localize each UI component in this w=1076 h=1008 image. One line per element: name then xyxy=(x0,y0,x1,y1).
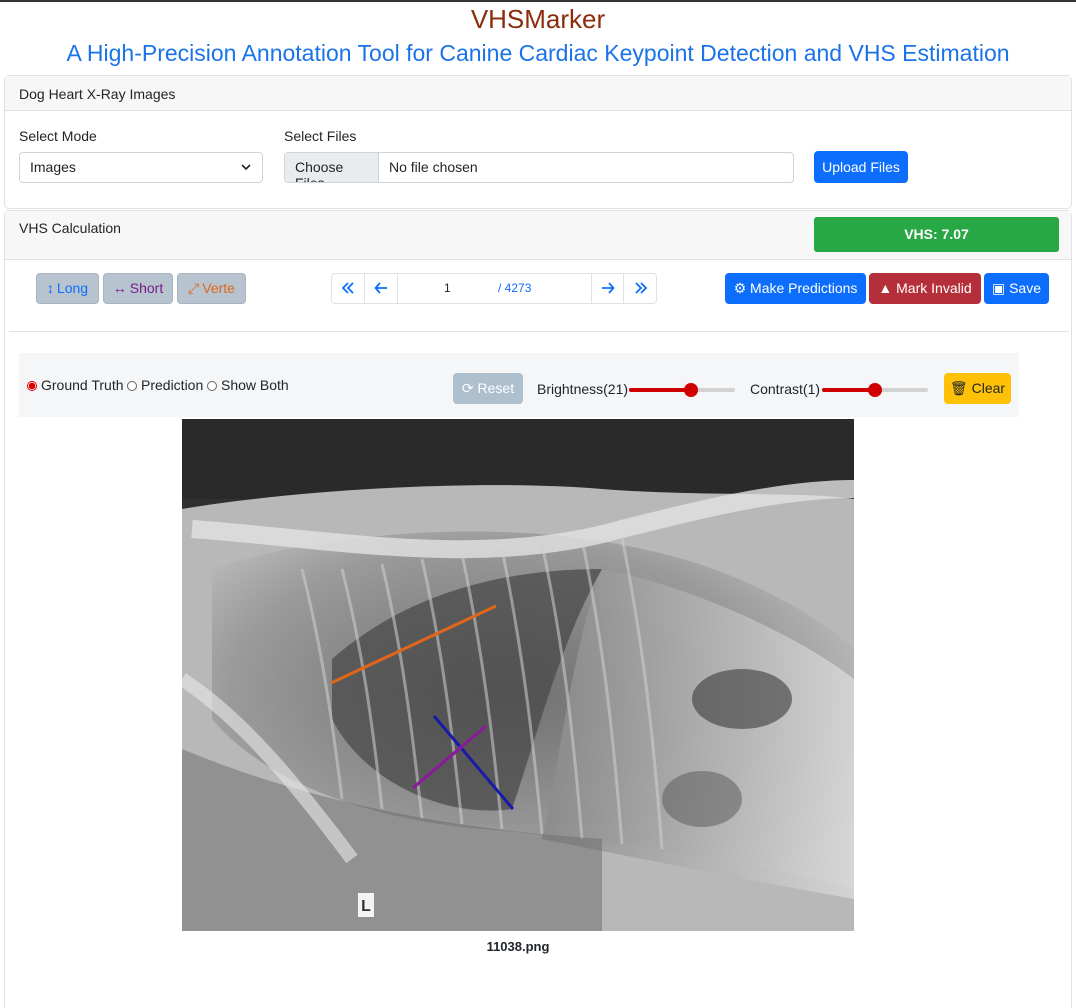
vhs-card: VHS Calculation VHS: 7.07 ↕ Long ↔ Short ⤢… xyxy=(4,210,1072,1008)
top-border xyxy=(0,0,1076,2)
slider-fill xyxy=(629,388,691,392)
mark-invalid-label: Mark Invalid xyxy=(896,280,972,296)
view-controls: Ground Truth Prediction Show Both ⟳ Rese… xyxy=(19,353,1019,417)
image-filename: 11038.png xyxy=(486,939,550,954)
file-status: No file chosen xyxy=(389,159,478,175)
select-files-label: Select Files xyxy=(284,128,357,144)
gear-icon: ⚙ xyxy=(733,280,747,296)
upload-card: Dog Heart X-Ray Images Select Mode Image… xyxy=(4,75,1072,209)
chevron-down-icon xyxy=(241,164,251,171)
radio-prediction[interactable]: Prediction xyxy=(127,377,203,393)
refresh-icon: ⟳ xyxy=(461,380,474,396)
mark-invalid-button[interactable]: ▲ Mark Invalid xyxy=(869,273,981,304)
arrow-right-icon xyxy=(601,282,615,294)
first-page-button[interactable] xyxy=(332,274,365,303)
upload-files-button[interactable]: Upload Files xyxy=(814,151,908,183)
brightness-slider[interactable] xyxy=(629,383,735,397)
app-title: VHSMarker xyxy=(470,4,606,34)
slider-knob[interactable] xyxy=(684,383,698,397)
clear-button[interactable]: 🗑 Clear xyxy=(944,373,1011,404)
radio-show-both[interactable]: Show Both xyxy=(207,377,289,393)
floppy-disk-icon: ▣ xyxy=(991,280,1006,296)
file-input[interactable]: Choose Files No file chosen xyxy=(284,152,794,183)
radio-ground-truth[interactable]: Ground Truth xyxy=(27,377,124,393)
verte-button[interactable]: ⤢ Verte xyxy=(177,273,246,304)
trash-icon: 🗑 xyxy=(949,380,968,396)
make-predictions-label: Make Predictions xyxy=(750,280,858,296)
vhs-value-badge: VHS: 7.07 xyxy=(814,217,1059,252)
xray-image[interactable]: L xyxy=(182,419,854,931)
radio-show-both-label: Show Both xyxy=(221,377,289,393)
app-subtitle: A High-Precision Annotation Tool for Can… xyxy=(66,40,1010,66)
page-input[interactable]: 1 / 4273 xyxy=(398,274,591,303)
long-axis-button[interactable]: ↕ Long xyxy=(36,273,99,304)
arrow-left-icon xyxy=(374,282,387,294)
horizontal-arrows-icon: ↔ xyxy=(112,280,127,296)
contrast-slider[interactable] xyxy=(822,383,928,397)
brightness-label: Brightness(21) xyxy=(537,381,629,397)
total-pages: / 4273 xyxy=(498,281,532,295)
choose-files-button[interactable]: Choose Files xyxy=(285,153,379,182)
long-axis-label: Long xyxy=(56,280,89,296)
contrast-label: Contrast(1) xyxy=(750,381,821,397)
double-chevron-right-icon xyxy=(634,282,647,294)
make-predictions-button[interactable]: ⚙ Make Predictions xyxy=(725,273,866,304)
prev-page-button[interactable] xyxy=(365,274,398,303)
mode-select[interactable]: Images xyxy=(19,152,263,183)
vhs-card-title: VHS Calculation xyxy=(19,220,121,236)
short-axis-label: Short xyxy=(129,280,164,296)
vertical-arrows-icon: ↕ xyxy=(46,280,54,296)
double-chevron-left-icon xyxy=(341,282,354,294)
radio-dot xyxy=(207,381,217,391)
reset-button[interactable]: ⟳ Reset xyxy=(453,373,523,404)
warning-icon: ▲ xyxy=(878,280,893,296)
divider xyxy=(9,331,1069,332)
last-page-button[interactable] xyxy=(624,274,657,303)
radio-prediction-label: Prediction xyxy=(141,377,204,393)
vhs-card-header: VHS Calculation VHS: 7.07 xyxy=(5,211,1071,260)
pagination: 1 / 4273 xyxy=(331,273,657,304)
radio-dot-selected xyxy=(27,381,37,391)
radio-dot xyxy=(127,381,137,391)
radio-ground-truth-label: Ground Truth xyxy=(41,377,124,393)
save-button[interactable]: ▣ Save xyxy=(984,273,1049,304)
upload-card-title: Dog Heart X-Ray Images xyxy=(5,76,1071,111)
curved-arrows-icon: ⤢ xyxy=(188,280,200,296)
save-label: Save xyxy=(1009,280,1042,296)
slider-knob[interactable] xyxy=(868,383,882,397)
current-page: 1 xyxy=(444,281,451,295)
short-axis-button[interactable]: ↔ Short xyxy=(103,273,173,304)
mode-select-value: Images xyxy=(30,159,76,175)
select-mode-label: Select Mode xyxy=(19,128,97,144)
xray-side-marker: L xyxy=(361,898,371,915)
xray-canvas: L xyxy=(182,419,854,931)
next-page-button[interactable] xyxy=(591,274,624,303)
clear-label: Clear xyxy=(971,380,1006,396)
verte-label: Verte xyxy=(202,280,235,296)
reset-label: Reset xyxy=(477,380,515,396)
